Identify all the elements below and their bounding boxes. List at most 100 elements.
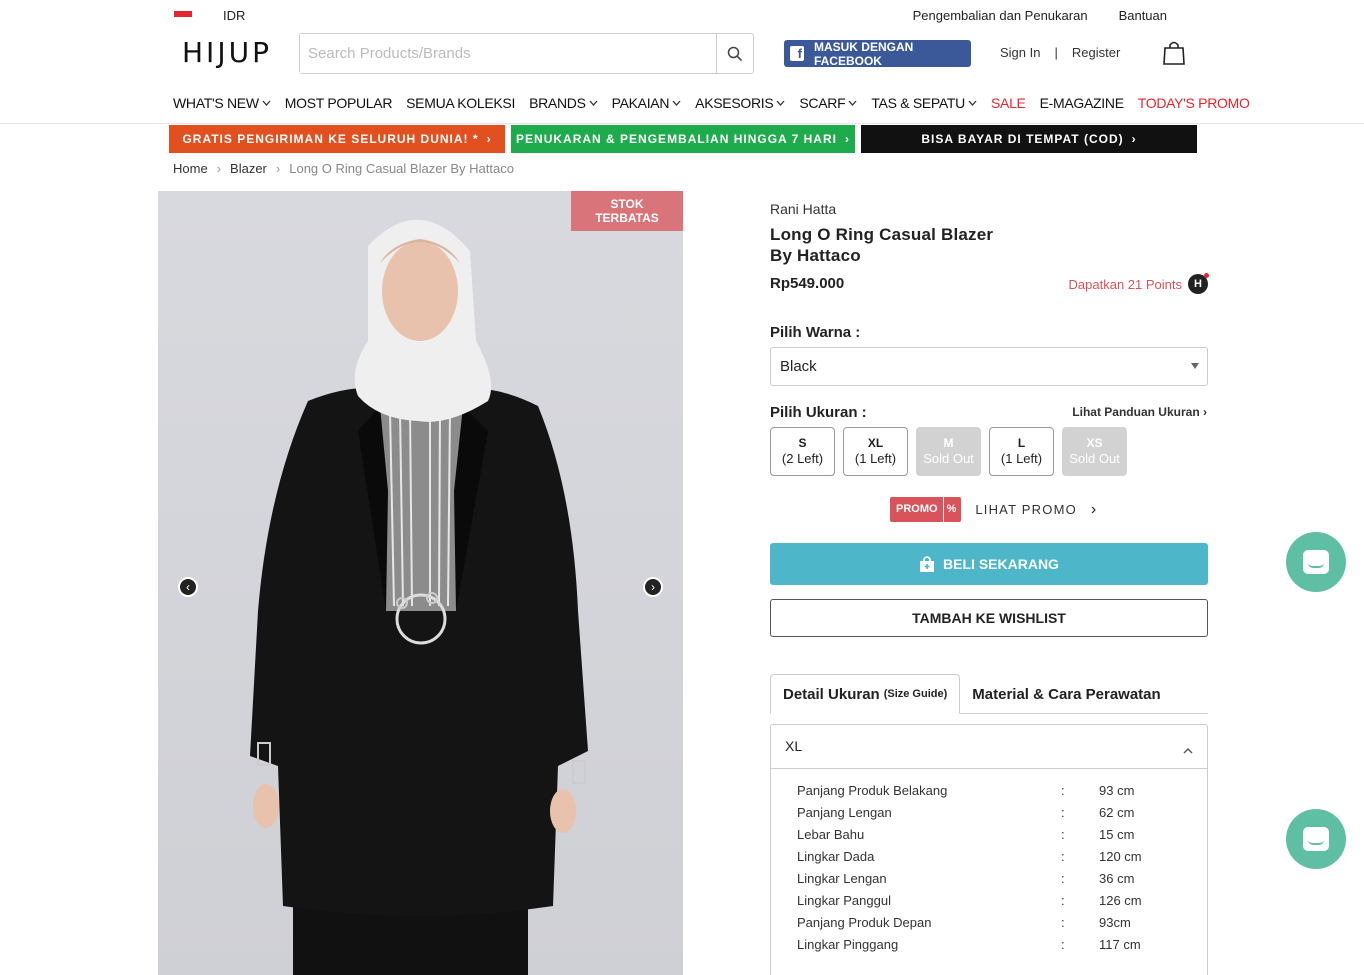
returns-banner[interactable]: PENUKARAN & PENGEMBALIAN HINGGA 7 HARI › (511, 125, 855, 153)
nav-item-9[interactable]: E-MAGAZINE (1040, 95, 1124, 111)
measurement-value: 93cm (1099, 915, 1131, 930)
size-option-l[interactable]: L (1 Left) (989, 427, 1054, 476)
chat-button[interactable] (1286, 532, 1346, 592)
nav-item-0[interactable]: WHAT'S NEW (173, 95, 271, 111)
color-select-value: Black (780, 358, 817, 375)
tab-material-care[interactable]: Material & Cara Perawatan (960, 674, 1172, 714)
nav-item-label: MOST POPULAR (284, 95, 393, 111)
size-name: M (943, 436, 954, 450)
promo-badge: PROMO % (890, 497, 962, 522)
detail-tabs: Detail Ukuran (Size Guide) Material & Car… (770, 674, 1208, 714)
size-name: XL (867, 436, 884, 450)
nav-item-6[interactable]: SCARF (799, 95, 857, 111)
points-info: Dapatkan 21 Points H (1068, 273, 1209, 294)
chevron-right-icon: › (651, 580, 655, 594)
size-guide-link[interactable]: Lihat Panduan Ukuran › (1072, 405, 1207, 419)
color-select[interactable]: Black (770, 347, 1208, 386)
register-link[interactable]: Register (1072, 45, 1120, 60)
color-label: Pilih Warna : (770, 324, 861, 341)
free-shipping-banner[interactable]: GRATIS PENGIRIMAN KE SELURUH DUNIA! * › (169, 125, 505, 153)
prev-image-button[interactable]: ‹ (178, 577, 198, 597)
tab-size-detail-sub: (Size Guide) (883, 688, 948, 700)
size-name: XS (1086, 436, 1103, 450)
nav-item-5[interactable]: AKSESORIS (695, 95, 785, 111)
size-option-m: M Sold Out (916, 427, 981, 476)
next-image-button[interactable]: › (643, 577, 663, 597)
facebook-login-button[interactable]: f MASUK DENGAN FACEBOOK (784, 40, 971, 68)
promo-badge-label: PROMO (890, 497, 943, 522)
measurement-row: Panjang Produk Belakang: 93 cm (797, 783, 1207, 805)
measurement-name: Lingkar Pinggang (797, 937, 899, 952)
selected-size: XL (785, 738, 803, 754)
shopping-bag-icon (1163, 41, 1185, 65)
currency-selector[interactable]: IDR (223, 8, 245, 23)
indonesia-flag-icon[interactable] (174, 11, 192, 23)
search-input[interactable] (300, 34, 716, 73)
size-accordion-header[interactable]: XL (771, 725, 1207, 769)
measurement-name: Panjang Produk Belakang (797, 783, 948, 798)
returns-link[interactable]: Pengembalian dan Penukaran (913, 8, 1088, 23)
breadcrumb-category[interactable]: Blazer (230, 161, 267, 176)
shopping-bag-button[interactable] (1163, 40, 1185, 71)
nav-item-8[interactable]: SALE (991, 95, 1026, 111)
product-brand[interactable]: Rani Hatta (770, 201, 836, 217)
tab-size-detail-label: Detail Ukuran (783, 685, 880, 703)
points-text: Dapatkan 21 Points (1068, 276, 1182, 292)
nav-item-1[interactable]: MOST POPULAR (284, 95, 393, 111)
nav-item-7[interactable]: TAS & SEPATU (871, 95, 977, 111)
buy-now-button[interactable]: BELI SEKARANG (770, 543, 1208, 585)
breadcrumb-home[interactable]: Home (173, 161, 208, 176)
measurement-value: 120 cm (1099, 849, 1142, 864)
size-option-s[interactable]: S (2 Left) (770, 427, 835, 476)
size-accordion: XL Panjang Produk Belakang:93 cm Panjang … (770, 724, 1208, 975)
sign-in-link[interactable]: Sign In (1000, 45, 1040, 60)
percent-icon: % (942, 497, 962, 522)
chevron-down-icon (589, 100, 598, 106)
measurement-name: Panjang Lengan (797, 805, 892, 820)
nav-item-3[interactable]: BRANDS (529, 95, 598, 111)
site-logo[interactable]: HIJUP (182, 36, 272, 69)
measurement-name: Panjang Produk Depan (797, 915, 932, 930)
tab-size-detail[interactable]: Detail Ukuran (Size Guide) (770, 674, 961, 714)
add-to-wishlist-button[interactable]: TAMBAH KE WISHLIST (770, 599, 1208, 637)
measurement-value: 15 cm (1099, 827, 1135, 842)
limited-stock-badge: STOK TERBATAS (571, 191, 683, 231)
size-label: Pilih Ukuran : (770, 404, 867, 421)
measurement-name: Lingkar Lengan (797, 871, 887, 886)
size-stock: (1 Left) (1000, 451, 1043, 466)
chevron-down-icon (968, 100, 977, 106)
measurement-colon: : (1061, 915, 1065, 930)
search-button[interactable] (716, 34, 753, 73)
search-icon (727, 46, 743, 61)
size-option-xl[interactable]: XL (1 Left) (843, 427, 908, 476)
measurement-row: Lingkar Dada: 120 cm (797, 849, 1207, 871)
size-option-xs: XS Sold Out (1062, 427, 1127, 476)
nav-item-label: WHAT'S NEW (173, 95, 259, 111)
chat-button-secondary[interactable] (1286, 809, 1346, 869)
nav-item-4[interactable]: PAKAIAN (612, 95, 682, 111)
breadcrumb-current: Long O Ring Casual Blazer By Hattaco (289, 161, 514, 176)
nav-item-label: TAS & SEPATU (871, 95, 965, 111)
chevron-right-icon: › (275, 161, 281, 176)
chevron-right-icon: › (216, 161, 222, 176)
help-link[interactable]: Bantuan (1119, 8, 1167, 23)
nav-item-label: AKSESORIS (695, 95, 774, 111)
banner-label: BISA BAYAR DI TEMPAT (COD) (921, 132, 1124, 146)
product-title-line1: Long O Ring Casual Blazer (770, 225, 994, 244)
nav-item-2[interactable]: SEMUA KOLEKSI (406, 95, 515, 111)
chat-icon (1303, 827, 1329, 851)
measurement-row: Panjang Produk Depan: 93cm (797, 915, 1207, 937)
nav-divider (0, 123, 1364, 124)
promo-row[interactable]: PROMO % LIHAT PROMO › (890, 497, 1096, 522)
cod-banner[interactable]: BISA BAYAR DI TEMPAT (COD) › (861, 125, 1197, 153)
size-guide-label: Lihat Panduan Ukuran (1072, 405, 1200, 419)
size-stock: (1 Left) (854, 451, 897, 466)
chevron-up-icon (1183, 748, 1193, 754)
promo-link[interactable]: LIHAT PROMO (975, 502, 1077, 517)
measurement-value: 62 cm (1099, 805, 1135, 820)
product-image[interactable]: STOK TERBATAS ‹ › (158, 191, 683, 975)
measurement-colon: : (1061, 849, 1065, 864)
nav-item-10[interactable]: TODAY'S PROMO (1138, 95, 1250, 111)
measurement-colon: : (1061, 871, 1065, 886)
buy-now-label: BELI SEKARANG (943, 556, 1059, 572)
